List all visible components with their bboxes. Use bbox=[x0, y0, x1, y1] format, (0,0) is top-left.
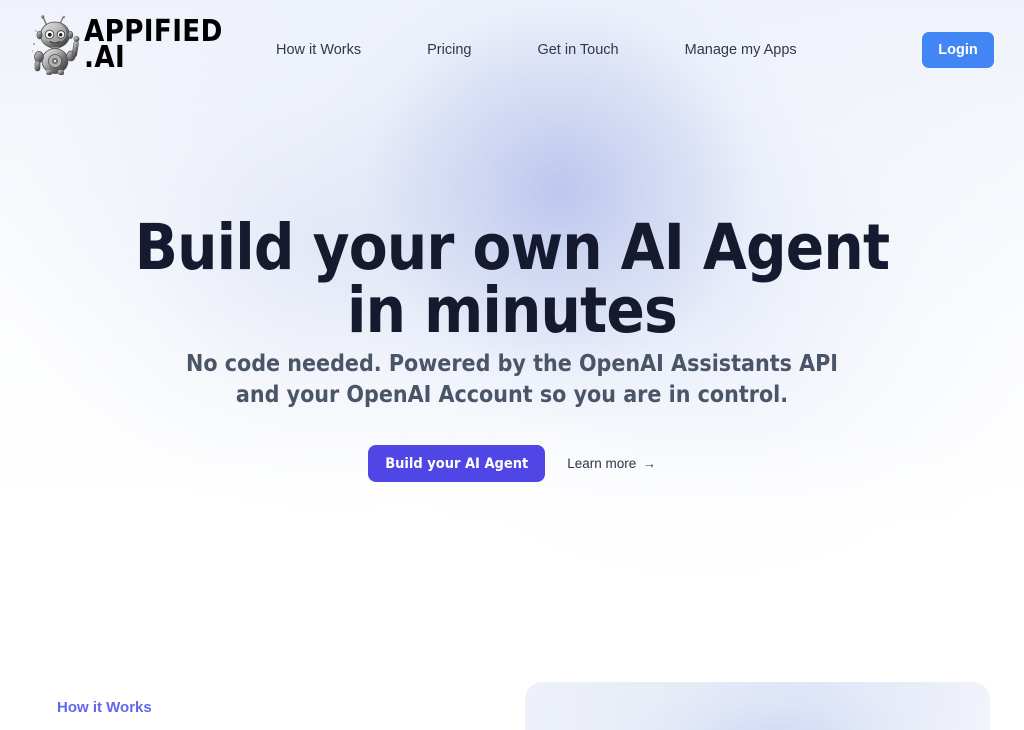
brand-name-bottom: .AI bbox=[84, 40, 126, 75]
how-it-works-preview-panel bbox=[525, 682, 990, 730]
brand-wordmark: APPIFIED .AI bbox=[84, 16, 227, 75]
hero-subtitle-line-1: No code needed. Powered by the OpenAI As… bbox=[186, 351, 838, 377]
arrow-right-icon: → bbox=[642, 455, 656, 471]
nav-item-get-in-touch[interactable]: Get in Touch bbox=[537, 36, 618, 64]
nav-item-pricing[interactable]: Pricing bbox=[427, 36, 471, 64]
robot-mascot-icon bbox=[31, 14, 80, 75]
how-it-works-section-label: How it Works bbox=[57, 699, 152, 716]
nav-item-manage-my-apps[interactable]: Manage my Apps bbox=[685, 36, 797, 64]
site-header: APPIFIED .AI How it Works Pricing Get in… bbox=[0, 0, 1024, 100]
hero-cta-group: Build your AI Agent Learn more → bbox=[0, 445, 1024, 482]
login-button[interactable]: Login bbox=[922, 32, 994, 68]
hero-subtitle-line-2: and your OpenAI Account so you are in co… bbox=[235, 381, 789, 408]
landing-page: APPIFIED .AI How it Works Pricing Get in… bbox=[0, 0, 1024, 730]
main-navigation: How it Works Pricing Get in Touch Manage… bbox=[276, 0, 797, 100]
brand-logo[interactable]: APPIFIED .AI bbox=[30, 14, 227, 76]
build-your-ai-agent-button[interactable]: Build your AI Agent bbox=[368, 445, 546, 482]
nav-item-how-it-works[interactable]: How it Works bbox=[276, 36, 361, 64]
hero-subtitle: No code needed. Powered by the OpenAI As… bbox=[0, 349, 1024, 411]
learn-more-link[interactable]: Learn more → bbox=[567, 456, 656, 471]
learn-more-label: Learn more bbox=[567, 456, 637, 471]
hero-title: Build your own AI Agent in minutes bbox=[0, 216, 1024, 342]
hero-title-line-2: in minutes bbox=[347, 274, 678, 347]
